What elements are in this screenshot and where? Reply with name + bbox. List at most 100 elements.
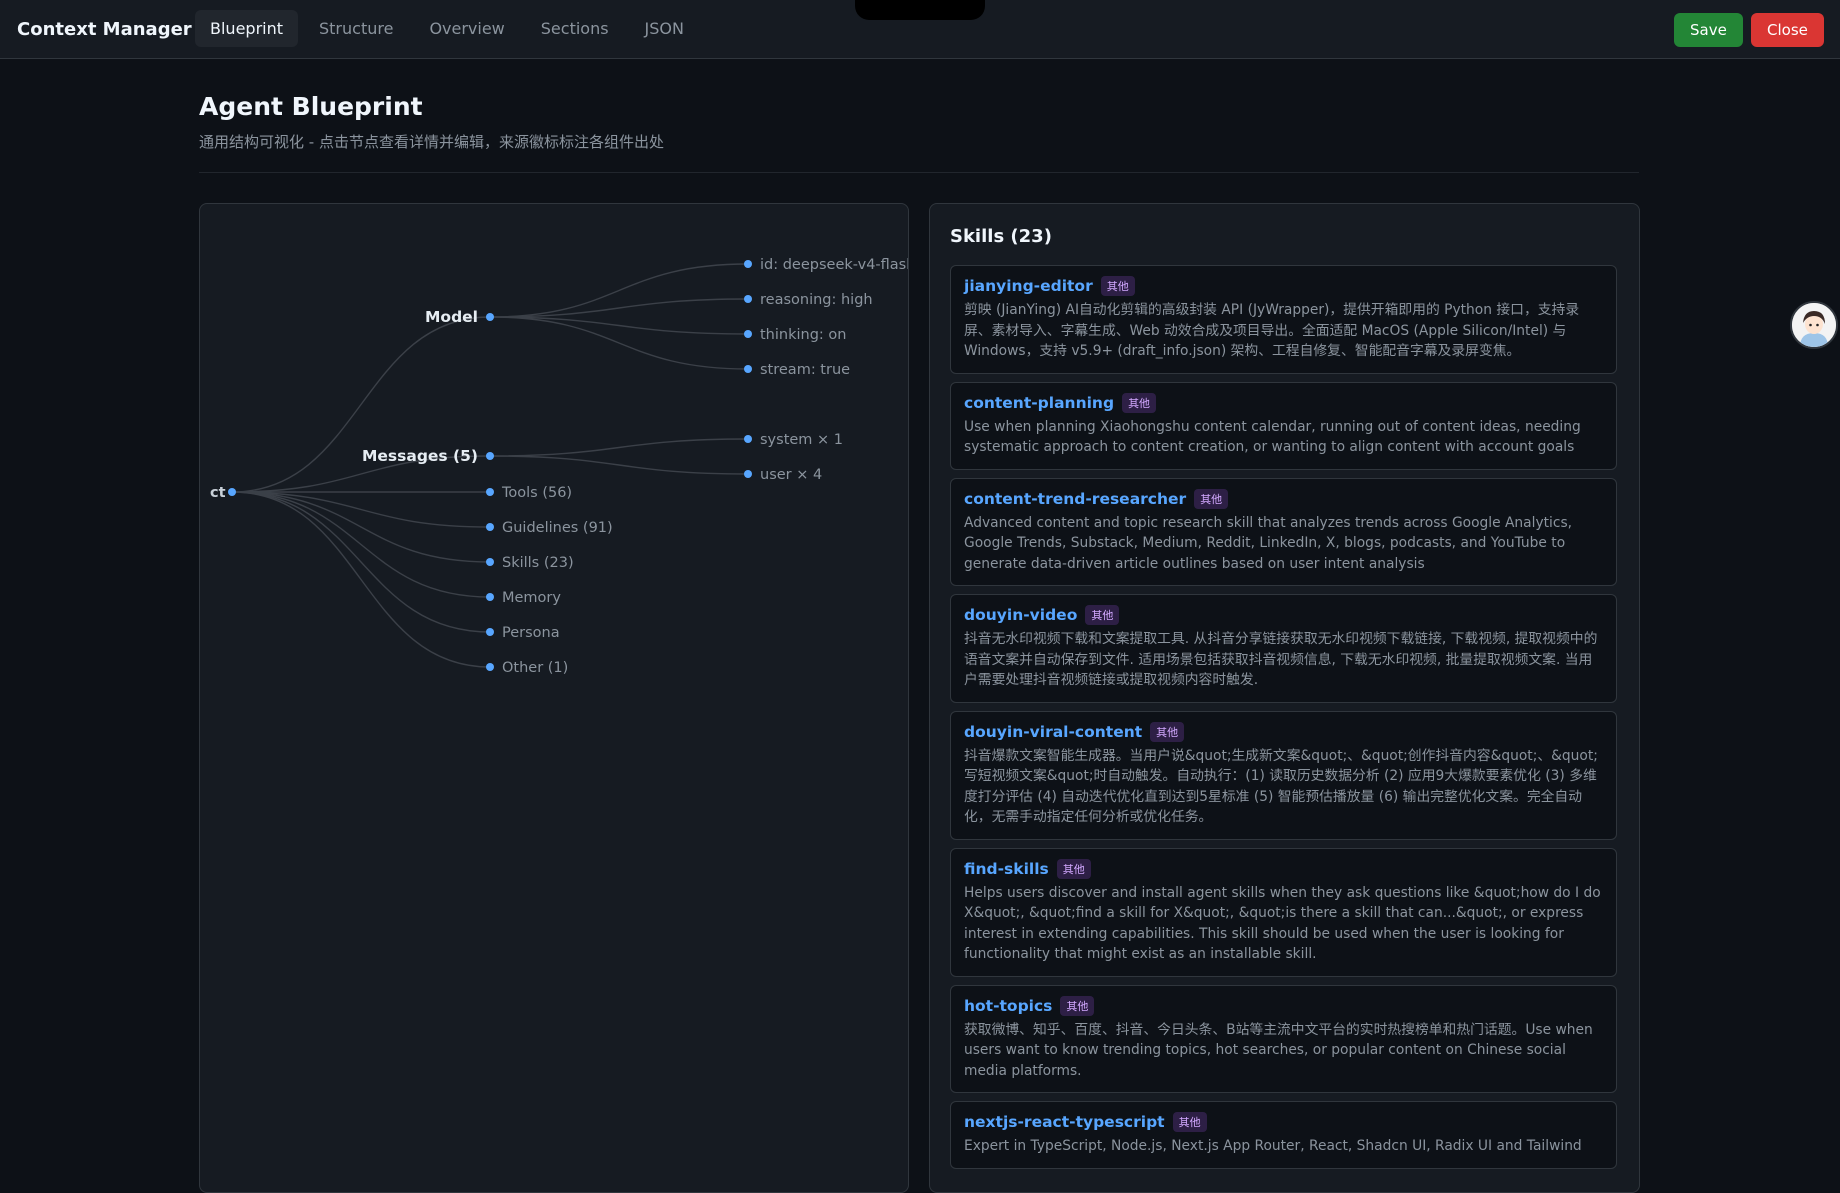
- skill-card[interactable]: content-planning 其他 Use when planning Xiao…: [950, 381, 1617, 470]
- skill-description: Advanced content and topic research skil…: [964, 514, 1573, 572]
- tree-edge: [489, 316, 749, 335]
- tree-edge: [489, 298, 749, 318]
- app-title: Context Manager: [17, 19, 192, 40]
- source-badge: 其他: [1100, 276, 1135, 296]
- skills-panel: Skills (23) jianying-editor 其他 剪映 (JianYin…: [929, 203, 1640, 1193]
- camera-notch: [855, 0, 985, 20]
- tree-branch-node[interactable]: [486, 628, 494, 636]
- skill-card-header: find-skills 其他: [964, 858, 1603, 879]
- tree-edge: [489, 455, 749, 475]
- skill-name[interactable]: content-planning: [964, 394, 1114, 412]
- skill-card-header: nextjs-react-typescript 其他: [964, 1112, 1603, 1132]
- tree-branch-node[interactable]: [486, 313, 494, 321]
- save-button[interactable]: Save: [1674, 13, 1743, 47]
- tree-leaf-label[interactable]: reasoning: high: [760, 292, 873, 308]
- skill-card-header: jianying-editor 其他: [964, 276, 1603, 296]
- skill-name[interactable]: douyin-video: [964, 606, 1077, 624]
- skill-name[interactable]: nextjs-react-typescript: [964, 1113, 1165, 1131]
- tree-branch-label[interactable]: Tools (56): [501, 485, 572, 501]
- tree-edge: [489, 438, 749, 457]
- tree-leaf-node[interactable]: [744, 470, 752, 478]
- source-badge: 其他: [1122, 392, 1157, 413]
- tab-structure[interactable]: Structure: [304, 10, 408, 47]
- tree-branch-label[interactable]: Other (1): [502, 660, 568, 676]
- tree-root-node[interactable]: [228, 488, 236, 496]
- tree-leaf-node[interactable]: [744, 260, 752, 268]
- skill-card[interactable]: find-skills 其他 Helps users discover and in…: [950, 847, 1617, 977]
- tab-blueprint[interactable]: Blueprint: [195, 10, 298, 47]
- tree-leaf-label[interactable]: id: deepseek-v4-flash: [760, 257, 909, 273]
- tree-leaf-label[interactable]: system × 1: [760, 432, 843, 448]
- tree-branch-node[interactable]: [486, 452, 494, 460]
- skill-card[interactable]: douyin-viral-content 其他抖音爆款文案智能生成器。当用户说&q…: [950, 710, 1617, 840]
- source-badge: 其他: [1056, 858, 1091, 879]
- skill-description: 抖音爆款文案智能生成器。当用户说&quot;生成新文案&quot;、&quot;…: [964, 747, 1598, 826]
- source-badge: 其他: [1060, 995, 1095, 1016]
- tree-branch-node[interactable]: [486, 523, 494, 531]
- tree-leaf-node[interactable]: [744, 295, 752, 303]
- tree-leaf-label[interactable]: thinking: on: [760, 327, 846, 343]
- tree-branch-node[interactable]: [486, 663, 494, 671]
- skill-card[interactable]: douyin-video 其他抖音无水印视频下载和文案提取工具. 从抖音分享链接获…: [950, 594, 1617, 703]
- source-badge: 其他: [1150, 721, 1185, 742]
- skill-card[interactable]: jianying-editor 其他剪映 (JianYing) AI自动化剪辑的高…: [950, 265, 1617, 374]
- skill-name[interactable]: douyin-viral-content: [964, 723, 1142, 741]
- skill-description: Helps users discover and install agent s…: [964, 884, 1601, 963]
- source-badge: 其他: [1172, 1112, 1207, 1132]
- tab-sections[interactable]: Sections: [526, 10, 624, 47]
- source-badge: 其他: [1194, 488, 1229, 509]
- tree-edge: [231, 491, 491, 563]
- skills-list: jianying-editor 其他 剪映 (JianYing) AI自动化剪辑的高…: [950, 265, 1617, 1177]
- tree-branch-node[interactable]: [486, 593, 494, 601]
- skill-card-header: hot-topics 其他: [964, 995, 1603, 1016]
- tab-bar: Blueprint Structure Overview Sections JS…: [195, 10, 699, 47]
- tree-branch-label[interactable]: Messages (5): [362, 447, 478, 465]
- page-subtitle: 通用结构可视化 - 点击节点查看详情并编辑，来源徽标标注各组件出处: [199, 133, 664, 151]
- skill-card[interactable]: content-trend-researcher 其他 Advanced conte…: [950, 477, 1617, 586]
- skill-name[interactable]: content-trend-researcher: [964, 490, 1186, 508]
- source-badge: 其他: [1085, 605, 1120, 625]
- skill-card[interactable]: nextjs-react-typescript 其他 Expert in TypeS…: [950, 1101, 1617, 1169]
- tree-leaf-node[interactable]: [744, 435, 752, 443]
- skill-card-header: douyin-video 其他: [964, 605, 1603, 625]
- tab-json[interactable]: JSON: [630, 10, 699, 47]
- tree-edge: [231, 491, 491, 668]
- page-title: Agent Blueprint: [199, 92, 423, 121]
- tree-branch-label[interactable]: Skills (23): [502, 555, 574, 571]
- skill-description: 抖音无水印视频下载和文案提取工具. 从抖音分享链接获取无水印视频下载链接, 下载…: [964, 631, 1598, 688]
- tab-overview[interactable]: Overview: [414, 10, 519, 47]
- top-bar: Context Manager Blueprint Structure Over…: [0, 0, 1840, 59]
- skill-description: Expert in TypeScript, Node.js, Next.js A…: [964, 1138, 1582, 1154]
- tree-leaf-label[interactable]: user × 4: [760, 467, 822, 483]
- tree-edge: [489, 263, 749, 318]
- skills-title: Skills (23): [950, 226, 1052, 247]
- tree-branch-label[interactable]: Persona: [502, 625, 560, 641]
- tree-edge: [231, 491, 491, 633]
- tree-branch-label[interactable]: Model: [425, 308, 478, 326]
- skill-card-header: douyin-viral-content 其他: [964, 721, 1603, 742]
- skill-description: 剪映 (JianYing) AI自动化剪辑的高级封装 API (JyWrappe…: [964, 302, 1580, 359]
- skill-name[interactable]: jianying-editor: [964, 277, 1093, 295]
- user-avatar-icon[interactable]: [1790, 301, 1838, 349]
- tree-edge: [231, 491, 491, 598]
- tree-edge: [231, 316, 491, 493]
- tree-branch-node[interactable]: [486, 488, 494, 496]
- blueprint-tree: ct Model id: deepseek-v4-flash reasoning: h…: [210, 257, 909, 676]
- tree-leaf-label[interactable]: stream: true: [760, 362, 850, 378]
- skill-name[interactable]: hot-topics: [964, 997, 1052, 1015]
- tree-root-label[interactable]: ct: [210, 485, 226, 501]
- tree-branch-label[interactable]: Guidelines (91): [502, 520, 613, 536]
- skill-card-header: content-trend-researcher 其他: [964, 488, 1603, 509]
- skill-card-header: content-planning 其他: [964, 392, 1603, 413]
- tree-branch-node[interactable]: [486, 558, 494, 566]
- tree-leaf-node[interactable]: [744, 365, 752, 373]
- tree-leaf-node[interactable]: [744, 330, 752, 338]
- tree-branch-label[interactable]: Memory: [502, 590, 561, 606]
- blueprint-tree-panel: ct Model id: deepseek-v4-flash reasoning: h…: [199, 203, 909, 1193]
- skill-description: 获取微博、知乎、百度、抖音、今日头条、B站等主流中文平台的实时热搜榜单和热门话题…: [964, 1021, 1593, 1079]
- skill-name[interactable]: find-skills: [964, 860, 1049, 878]
- skill-card[interactable]: hot-topics 其他获取微博、知乎、百度、抖音、今日头条、B站等主流中文平台…: [950, 984, 1617, 1093]
- skill-description: Use when planning Xiaohongshu content ca…: [964, 418, 1581, 456]
- close-button[interactable]: Close: [1751, 13, 1824, 47]
- divider: [199, 172, 1639, 173]
